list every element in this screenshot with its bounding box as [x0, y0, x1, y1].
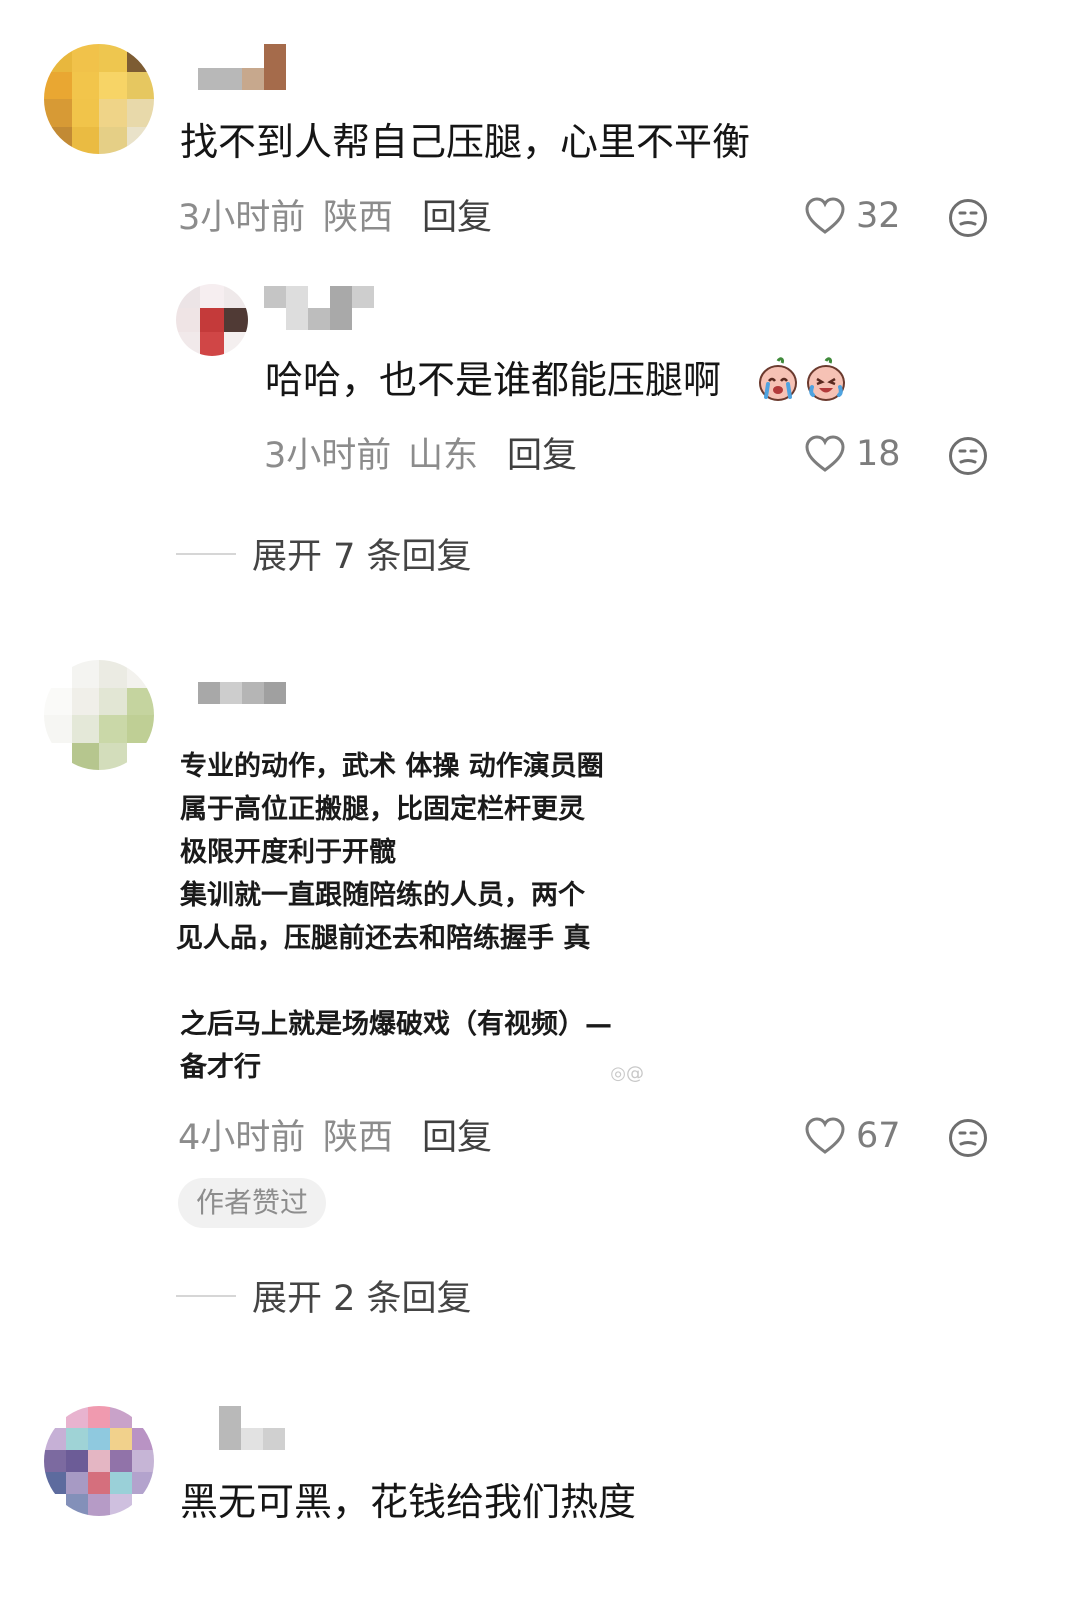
divider-line	[176, 552, 236, 555]
heart-outline-icon	[805, 435, 845, 472]
avatar[interactable]	[44, 1406, 154, 1516]
username[interactable]	[198, 682, 286, 704]
image-text-line: 之后马上就是场爆破戏（有视频）—	[180, 1009, 612, 1040]
divider-line	[176, 1294, 236, 1297]
image-text-line: 备才行	[180, 1052, 261, 1083]
expand-replies-button[interactable]: 展开 2 条回复	[176, 1270, 472, 1321]
comment-time: 4小时前	[178, 1118, 306, 1158]
image-text-line: 极限开度利于开髋	[180, 837, 396, 868]
like-button[interactable]: 67	[804, 1116, 901, 1156]
crying-face-emoji-icon	[759, 357, 797, 401]
neutral-face-icon	[949, 199, 987, 237]
neutral-face-icon	[949, 1119, 987, 1157]
reply-username[interactable]	[264, 286, 374, 330]
like-count: 18	[856, 434, 901, 474]
neutral-face-icon	[949, 437, 987, 475]
comment-text: 找不到人帮自己压腿，心里不平衡	[180, 120, 751, 164]
reply-time: 3小时前	[264, 436, 392, 476]
reply-button[interactable]: 回复	[422, 1116, 492, 1160]
avatar[interactable]	[44, 44, 154, 154]
reply-text: 哈哈，也不是谁都能压腿啊	[265, 358, 722, 402]
reply-avatar[interactable]	[176, 284, 248, 356]
avatar[interactable]	[44, 660, 154, 770]
username[interactable]	[219, 1406, 285, 1450]
author-liked-badge: 作者赞过	[178, 1178, 327, 1228]
image-text-line: 集训就一直跟随陪练的人员，两个	[180, 880, 585, 911]
comment-time: 3小时前	[178, 198, 306, 238]
username[interactable]	[176, 44, 286, 90]
image-text-line: 专业的动作，武术 体操 动作演员圈	[180, 751, 604, 782]
image-text-line: 见人品，压腿前还去和陪练握手 真	[176, 923, 591, 954]
dislike-button[interactable]	[948, 198, 988, 238]
like-count: 32	[856, 196, 901, 236]
heart-outline-icon	[805, 1117, 845, 1154]
comment-image[interactable]: 专业的动作，武术 体操 动作演员圈 属于高位正搬腿，比固定栏杆更灵 极限开度利于…	[176, 742, 650, 1094]
weibo-watermark-icon: ◎@	[610, 1063, 644, 1084]
reply-location: 山东	[408, 436, 479, 476]
comment-location: 陕西	[323, 198, 394, 238]
expand-replies-button[interactable]: 展开 7 条回复	[176, 528, 472, 579]
expand-replies-label: 展开 2 条回复	[252, 1279, 472, 1319]
dislike-button[interactable]	[948, 1118, 988, 1158]
expand-replies-label: 展开 7 条回复	[252, 537, 472, 577]
image-text-line: 属于高位正搬腿，比固定栏杆更灵	[180, 794, 585, 825]
reply-button[interactable]: 回复	[422, 196, 492, 240]
dislike-button[interactable]	[948, 436, 988, 476]
reply-button[interactable]: 回复	[507, 434, 577, 478]
like-count: 67	[856, 1116, 901, 1156]
comment-text: 黑无可黑，花钱给我们热度	[180, 1480, 637, 1524]
heart-outline-icon	[805, 197, 845, 234]
laughing-crying-emoji-icon	[807, 357, 845, 401]
like-button[interactable]: 18	[804, 434, 901, 474]
like-button[interactable]: 32	[804, 196, 901, 236]
comment-location: 陕西	[323, 1118, 394, 1158]
